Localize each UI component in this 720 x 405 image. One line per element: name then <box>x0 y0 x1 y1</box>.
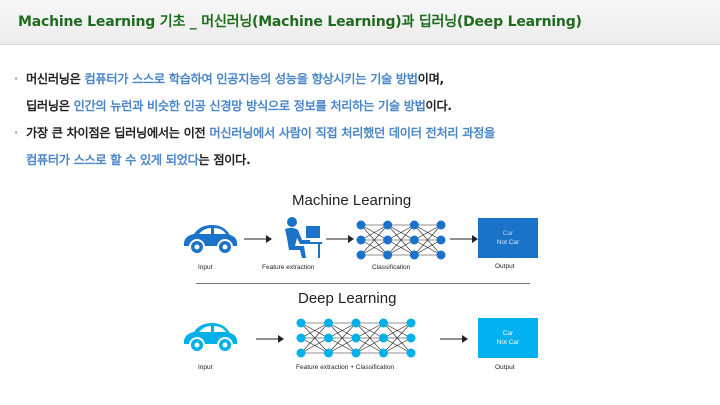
dl-car-icon <box>183 323 238 353</box>
neuron-node <box>409 220 419 230</box>
dl-arrow-2-icon <box>440 335 468 343</box>
ml-feature-label: Feature extraction <box>262 264 315 271</box>
neuron-node <box>351 333 361 343</box>
dl-input-label: Input <box>198 364 213 371</box>
neuron-node <box>436 250 446 260</box>
neuron-node <box>383 235 393 245</box>
bullet-list: · 머신러닝은 컴퓨터가 스스로 학습하여 인공지능의 성능을 향상시키는 기술 … <box>14 70 704 178</box>
ml-arrow-1-icon <box>244 235 272 243</box>
ml-arrow-2-icon <box>326 235 354 243</box>
ml-classification-label: Classification <box>372 264 411 271</box>
bullet-marker: · <box>14 126 18 139</box>
dl-output-car: Car <box>502 330 514 337</box>
ml-car-icon <box>183 225 238 255</box>
neuron-node <box>351 318 361 328</box>
neuron-node <box>356 220 366 230</box>
highlighted-text: 머신러닝에서 사람이 직접 처리했던 데이터 전처리 과정을 <box>209 126 495 140</box>
neuron-node <box>383 220 393 230</box>
neuron-node <box>436 220 446 230</box>
dl-neural-network-icon <box>296 318 416 358</box>
ml-arrow-3-icon <box>450 235 478 243</box>
ml-output-label: Output <box>495 263 515 270</box>
highlighted-text: 컴퓨터가 스스로 할 수 있게 되었다 <box>26 153 199 167</box>
bullet-marker: · <box>14 72 18 85</box>
neuron-node <box>296 333 306 343</box>
neuron-node <box>296 318 306 328</box>
neuron-node <box>406 348 416 358</box>
plain-text: 가장 큰 차이점은 딥러닝에서는 이전 <box>26 126 210 140</box>
neuron-node <box>379 348 388 358</box>
ml-output-box: Car Not Car <box>478 218 538 258</box>
dl-output-box: Car Not Car <box>478 318 538 358</box>
ml-input-label: Input <box>198 264 213 271</box>
bullet-text: 가장 큰 차이점은 딥러닝에서는 이전 머신러닝에서 사람이 직접 처리했던 데… <box>26 124 495 142</box>
plain-text: 이다. <box>425 99 452 113</box>
plain-text: 는 점이다. <box>198 153 251 167</box>
neuron-node <box>356 235 366 245</box>
neuron-node <box>436 235 446 245</box>
neuron-node <box>324 348 333 358</box>
neuron-node <box>324 333 333 343</box>
neuron-node <box>356 250 366 260</box>
dl-output-label: Output <box>495 364 515 371</box>
bullet-text: 머신러닝은 컴퓨터가 스스로 학습하여 인공지능의 성능을 향상시키는 기술 방… <box>26 70 444 88</box>
neuron-node <box>351 348 361 358</box>
ml-output-car: Car <box>502 230 514 237</box>
ml-neural-network-icon <box>356 220 446 260</box>
neuron-node <box>406 318 416 328</box>
title-bar: Machine Learning 기초 _ 머신러닝(Machine Learn… <box>0 0 720 45</box>
bullet-text: 딥러닝은 인간의 뉴런과 비슷한 인공 신경망 방식으로 정보를 처리하는 기술… <box>26 97 452 115</box>
dl-heading: Deep Learning <box>298 290 397 307</box>
dl-arrow-1-icon <box>256 335 284 343</box>
plain-text: 이며, <box>417 72 444 86</box>
neuron-node <box>296 348 306 358</box>
neuron-node <box>406 333 416 343</box>
ml-heading: Machine Learning <box>292 192 412 209</box>
bullet-line: 컴퓨터가 스스로 할 수 있게 되었다는 점이다. <box>14 151 704 178</box>
ml-output-not-car: Not Car <box>496 239 520 246</box>
neuron-node <box>379 318 388 328</box>
slide-title: Machine Learning 기초 _ 머신러닝(Machine Learn… <box>18 14 582 30</box>
person-at-computer-icon <box>285 217 322 258</box>
plain-text: 딥러닝은 <box>26 99 74 113</box>
highlighted-text: 인간의 뉴런과 비슷한 인공 신경망 방식으로 정보를 처리하는 기술 방법 <box>73 99 426 113</box>
highlighted-text: 컴퓨터가 스스로 학습하여 인공지능의 성능을 향상시키는 기술 방법 <box>84 72 418 86</box>
section-divider <box>196 283 530 284</box>
neuron-node <box>383 250 393 260</box>
neuron-node <box>409 235 419 245</box>
plain-text: 머신러닝은 <box>26 72 85 86</box>
neuron-node <box>324 318 333 328</box>
bullet-line: · 가장 큰 차이점은 딥러닝에서는 이전 머신러닝에서 사람이 직접 처리했던 … <box>14 124 704 151</box>
neuron-node <box>379 333 388 343</box>
dl-feature-classification-label: Feature extraction + Classification <box>296 364 395 371</box>
bullet-text: 컴퓨터가 스스로 할 수 있게 되었다는 점이다. <box>26 151 251 169</box>
dl-output-not-car: Not Car <box>496 339 520 346</box>
bullet-line: 딥러닝은 인간의 뉴런과 비슷한 인공 신경망 방식으로 정보를 처리하는 기술… <box>14 97 704 124</box>
neuron-node <box>409 250 419 260</box>
bullet-line: · 머신러닝은 컴퓨터가 스스로 학습하여 인공지능의 성능을 향상시키는 기술 … <box>14 70 704 97</box>
